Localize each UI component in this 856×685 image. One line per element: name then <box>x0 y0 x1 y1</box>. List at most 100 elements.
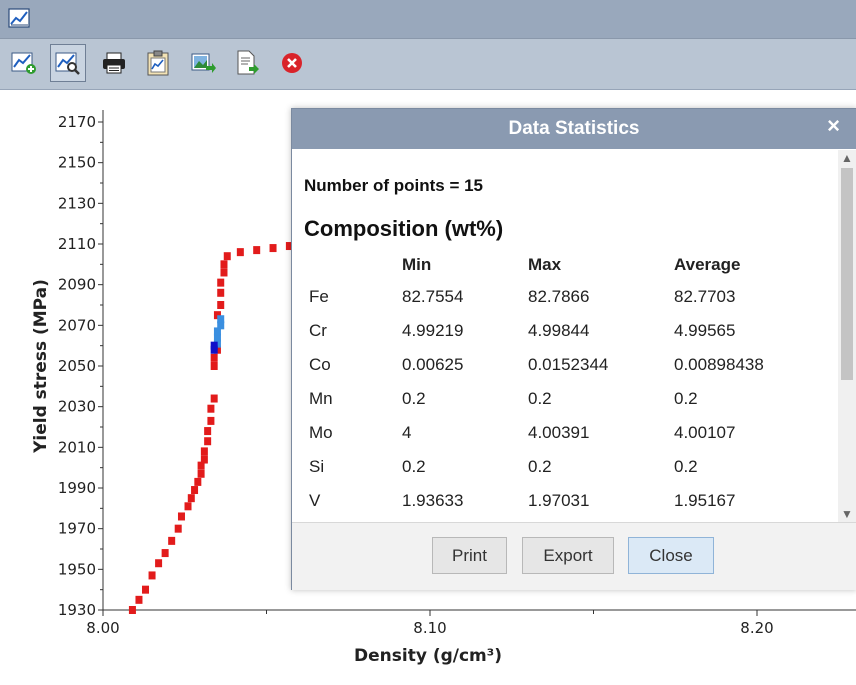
data-point <box>207 416 215 425</box>
cell-min: 82.7554 <box>402 287 464 306</box>
dialog-scrollbar[interactable]: ▲ ▼ <box>838 150 856 522</box>
add-chart-button[interactable] <box>6 44 42 82</box>
cell-element: Fe <box>309 287 329 306</box>
cell-max: 82.7866 <box>528 287 590 306</box>
chart-zoom-icon <box>55 52 80 75</box>
data-point <box>155 559 163 568</box>
export-image-button[interactable] <box>186 44 222 82</box>
print-button[interactable] <box>96 44 132 82</box>
data-point <box>210 362 218 370</box>
y-tick-label: 1930 <box>58 601 96 619</box>
data-point <box>161 549 169 558</box>
scroll-thumb[interactable] <box>841 168 853 380</box>
cell-min: 4 <box>402 423 412 442</box>
dialog-title: Data Statistics <box>508 118 640 139</box>
table-row: Fe 82.7554 82.7866 82.7703 <box>304 280 834 314</box>
cell-element: Mn <box>309 389 333 408</box>
y-tick-label: 2090 <box>58 276 96 294</box>
clipboard-button[interactable] <box>140 44 176 82</box>
export-dialog-button[interactable]: Export <box>522 537 614 574</box>
data-point <box>207 404 215 413</box>
data-point <box>217 315 225 324</box>
y-tick-label: 1950 <box>58 560 96 578</box>
data-point <box>187 494 195 503</box>
scroll-up-icon[interactable]: ▲ <box>838 150 856 166</box>
cell-average: 4.00107 <box>674 423 736 442</box>
data-point <box>174 524 182 533</box>
data-point <box>128 606 136 614</box>
column-header-min: Min <box>402 255 432 274</box>
toolbar <box>0 39 856 90</box>
data-point <box>220 260 228 269</box>
chart-line-icon <box>8 8 30 28</box>
scroll-down-icon[interactable]: ▼ <box>838 506 856 522</box>
data-point <box>191 486 199 495</box>
y-tick-label: 2010 <box>58 438 96 456</box>
y-tick-label: 1970 <box>58 520 96 538</box>
cell-max: 4.00391 <box>528 423 590 442</box>
y-axis-label: Yield stress (MPa) <box>31 279 51 454</box>
data-point <box>177 512 185 521</box>
table-row: Mo 4 4.00391 4.00107 <box>304 416 834 450</box>
cell-min: 0.00625 <box>402 355 464 374</box>
data-point <box>253 246 261 255</box>
close-circle-icon <box>282 53 302 73</box>
data-point <box>200 447 208 456</box>
data-point <box>142 585 150 594</box>
cell-average: 1.95167 <box>674 491 736 510</box>
y-tick-label: 2070 <box>58 316 96 334</box>
y-tick-label: 2170 <box>58 113 96 131</box>
cell-element: Cr <box>309 321 327 340</box>
cell-average: 82.7703 <box>674 287 736 306</box>
print-dialog-button[interactable]: Print <box>432 537 507 574</box>
column-header-element <box>304 250 402 280</box>
data-point <box>197 469 205 478</box>
cell-average: 0.2 <box>674 457 698 476</box>
cell-average: 4.99565 <box>674 321 736 340</box>
cell-element: Mo <box>309 423 333 442</box>
data-point <box>217 288 225 297</box>
data-point <box>236 248 244 257</box>
close-chart-button[interactable] <box>274 44 310 82</box>
cell-element: Co <box>309 355 331 374</box>
dialog-close-icon[interactable]: × <box>827 113 840 139</box>
cell-average: 0.2 <box>674 389 698 408</box>
y-tick-label: 1990 <box>58 479 96 497</box>
data-point <box>210 353 218 362</box>
table-header-row: Min Max Average <box>304 250 834 280</box>
cell-max: 0.2 <box>528 389 552 408</box>
table-row: Si 0.2 0.2 0.2 <box>304 450 834 484</box>
data-point <box>210 394 218 403</box>
table-row: V 1.93633 1.97031 1.95167 <box>304 484 834 518</box>
cell-max: 0.2 <box>528 457 552 476</box>
export-data-button[interactable] <box>230 44 266 82</box>
column-header-max: Max <box>528 255 562 274</box>
data-statistics-dialog: Data Statistics × Number of points = 15 … <box>291 108 856 590</box>
column-header-average: Average <box>674 255 741 274</box>
cell-min: 0.2 <box>402 457 426 476</box>
data-point <box>220 268 228 277</box>
data-point <box>204 427 212 436</box>
number-of-points: Number of points = 15 <box>304 176 483 195</box>
y-tick-label: 2150 <box>58 154 96 172</box>
chart-add-icon <box>11 52 36 74</box>
image-export-icon <box>191 53 216 73</box>
data-point <box>223 252 231 261</box>
data-point <box>135 595 143 604</box>
title-bar <box>0 0 856 39</box>
x-tick-label: 8.20 <box>740 619 773 637</box>
table-row: Mn 0.2 0.2 0.2 <box>304 382 834 416</box>
data-point <box>168 536 176 545</box>
x-axis-label: Density (g/cm³) <box>354 646 502 666</box>
data-point <box>210 341 218 350</box>
composition-table: Min Max Average Fe 82.7554 82.7866 82.7703 C… <box>304 250 834 518</box>
zoom-chart-button[interactable] <box>50 44 86 82</box>
cell-max: 0.0152344 <box>528 355 609 374</box>
dialog-footer: Print Export Close <box>292 522 856 590</box>
data-point <box>217 301 225 309</box>
data-point <box>204 437 212 446</box>
close-dialog-button[interactable]: Close <box>628 537 714 574</box>
table-row: Co 0.00625 0.0152344 0.00898438 <box>304 348 834 382</box>
cell-min: 4.99219 <box>402 321 464 340</box>
data-point <box>269 244 277 253</box>
